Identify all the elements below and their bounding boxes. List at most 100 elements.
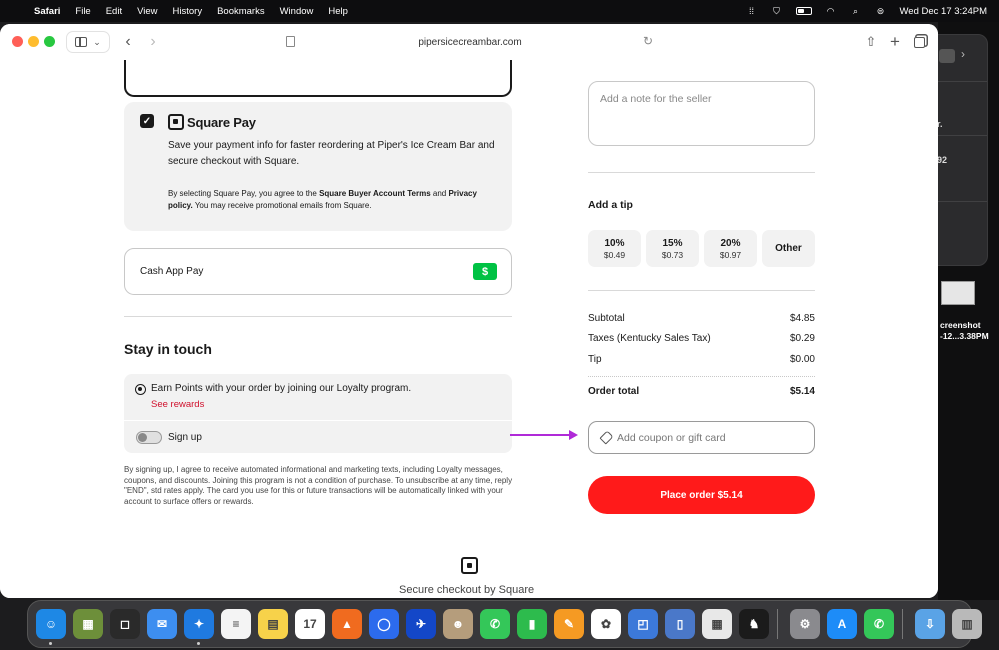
menu-bar: Safari File Edit View History Bookmarks …: [0, 0, 999, 22]
subtotal-label: Subtotal: [588, 313, 625, 324]
shield-status-icon[interactable]: ⛉: [771, 6, 783, 16]
screenshot-label-line1: creenshot: [940, 320, 981, 330]
tab-overview-button[interactable]: [910, 31, 928, 53]
loyalty-divider: [124, 420, 512, 421]
dock-app-calendar[interactable]: 17: [295, 609, 325, 639]
loyalty-card: Earn Points with your order by joining o…: [124, 374, 512, 453]
dock-app-square[interactable]: ◻: [110, 609, 140, 639]
order-total-row: Order total $5.14: [588, 386, 815, 397]
zoom-window-button[interactable]: [44, 36, 55, 47]
loyalty-legal-text: By signing up, I agree to receive automa…: [124, 465, 513, 506]
dock-app-simulator[interactable]: ▯: [665, 609, 695, 639]
tip-10-button[interactable]: 10% $0.49: [588, 230, 641, 267]
tip-value: $0.00: [789, 354, 815, 365]
dock-app-finder[interactable]: ☺: [36, 609, 66, 639]
subtotal-row: Subtotal $4.85: [588, 313, 815, 324]
menu-history[interactable]: History: [173, 6, 203, 17]
reload-icon[interactable]: ↻: [643, 34, 653, 48]
dock-app-reminders[interactable]: ≡: [221, 609, 251, 639]
annotation-arrow: [510, 434, 572, 436]
url-text: pipersicecreambar.com: [418, 36, 522, 48]
section-divider: [588, 172, 815, 173]
tip-20-button[interactable]: 20% $0.97: [704, 230, 757, 267]
chevron-right-icon: ›: [961, 47, 965, 61]
place-order-button[interactable]: Place order $5.14: [588, 476, 815, 514]
square-pay-option[interactable]: ✓ Square Pay Save your payment info for …: [124, 102, 512, 231]
dock-app-phone[interactable]: ✆: [864, 609, 894, 639]
dock-app-photos[interactable]: ✿: [591, 609, 621, 639]
square-pay-title: Square Pay: [187, 115, 256, 130]
tip-amount: $0.73: [661, 249, 684, 260]
seller-note-input[interactable]: Add a note for the seller: [588, 81, 815, 146]
dock-running-indicator: [197, 642, 200, 645]
dock-app-brave[interactable]: ▲: [332, 609, 362, 639]
chevron-down-icon: ⌄: [93, 36, 101, 47]
share-button[interactable]: ⇧: [862, 31, 880, 53]
see-rewards-link[interactable]: See rewards: [151, 399, 204, 410]
dock-app-launchpad[interactable]: ▦: [702, 609, 732, 639]
dock-app-pages[interactable]: ✎: [554, 609, 584, 639]
dock-separator: [777, 609, 778, 639]
loyalty-text: Earn Points with your order by joining o…: [151, 383, 412, 394]
dock-app-mail[interactable]: ✉: [147, 609, 177, 639]
plus-icon: [939, 49, 955, 63]
dock-app-signal[interactable]: ◯: [369, 609, 399, 639]
dock-app-app-store[interactable]: A: [827, 609, 857, 639]
menubar-clock[interactable]: Wed Dec 17 3:24PM: [900, 6, 987, 17]
close-window-button[interactable]: [12, 36, 23, 47]
grid-status-icon[interactable]: ⁞⁞: [746, 6, 758, 16]
minimize-window-button[interactable]: [28, 36, 39, 47]
buyer-terms-link[interactable]: Square Buyer Account Terms: [319, 189, 431, 198]
spotlight-search-icon[interactable]: ⌕: [850, 6, 862, 16]
forward-button[interactable]: ›: [143, 31, 163, 53]
menu-file[interactable]: File: [75, 6, 90, 17]
menu-help[interactable]: Help: [328, 6, 348, 17]
tip-amount: $0.97: [719, 249, 742, 260]
cash-app-pay-option[interactable]: Cash App Pay $: [124, 248, 512, 295]
new-tab-button[interactable]: +: [886, 31, 904, 53]
wifi-icon[interactable]: ◠: [825, 6, 837, 16]
sign-up-toggle[interactable]: [136, 431, 162, 444]
dock-app-preview[interactable]: ◰: [628, 609, 658, 639]
dock-app-astro[interactable]: ✈: [406, 609, 436, 639]
control-center-icon[interactable]: ⊜: [875, 6, 887, 16]
background-window-text: 92: [937, 155, 948, 165]
dock-app-messages[interactable]: ✆: [480, 609, 510, 639]
dock-running-indicator: [49, 642, 52, 645]
battery-icon[interactable]: [795, 7, 812, 15]
dock-app-archive[interactable]: ▦: [73, 609, 103, 639]
dock-app-system-settings[interactable]: ⚙: [790, 609, 820, 639]
back-button[interactable]: ‹: [118, 31, 138, 53]
menu-bookmarks[interactable]: Bookmarks: [217, 6, 265, 17]
menu-app-safari[interactable]: Safari: [34, 6, 60, 17]
dock-app-notes[interactable]: ▤: [258, 609, 288, 639]
tag-icon: [599, 430, 614, 445]
screenshot-label-line2: -12...3.38PM: [940, 331, 989, 341]
screenshot-file-thumbnail[interactable]: [941, 281, 975, 305]
address-bar[interactable]: pipersicecreambar.com ↻: [280, 31, 660, 53]
previous-payment-option[interactable]: [124, 60, 512, 97]
dock-app-safari[interactable]: ✦: [184, 609, 214, 639]
stay-in-touch-heading: Stay in touch: [124, 341, 212, 357]
checkout-page: ✓ Square Pay Save your payment info for …: [0, 60, 938, 598]
dock-app-trash[interactable]: ▥: [952, 609, 982, 639]
menu-window[interactable]: Window: [280, 6, 314, 17]
dock-app-contacts[interactable]: ☻: [443, 609, 473, 639]
dock-app-downloads[interactable]: ⇩: [915, 609, 945, 639]
coupon-input[interactable]: Add coupon or gift card: [588, 421, 815, 454]
square-pay-checkbox[interactable]: ✓: [140, 114, 154, 128]
sidebar-icon: [75, 37, 88, 47]
square-logo-icon: [461, 557, 478, 574]
dock-app-kindle[interactable]: ♞: [739, 609, 769, 639]
dock-app-numbers[interactable]: ▮: [517, 609, 547, 639]
dock-separator: [902, 609, 903, 639]
section-divider: [588, 290, 815, 291]
page-menu-icon[interactable]: [286, 36, 295, 47]
menu-view[interactable]: View: [137, 6, 157, 17]
screenshot-file-label[interactable]: creenshot -12...3.38PM: [940, 320, 999, 342]
sign-up-label[interactable]: Sign up: [168, 432, 202, 443]
tip-other-button[interactable]: Other: [762, 230, 815, 267]
sidebar-toggle-button[interactable]: ⌄: [66, 31, 110, 53]
tip-15-button[interactable]: 15% $0.73: [646, 230, 699, 267]
menu-edit[interactable]: Edit: [106, 6, 122, 17]
